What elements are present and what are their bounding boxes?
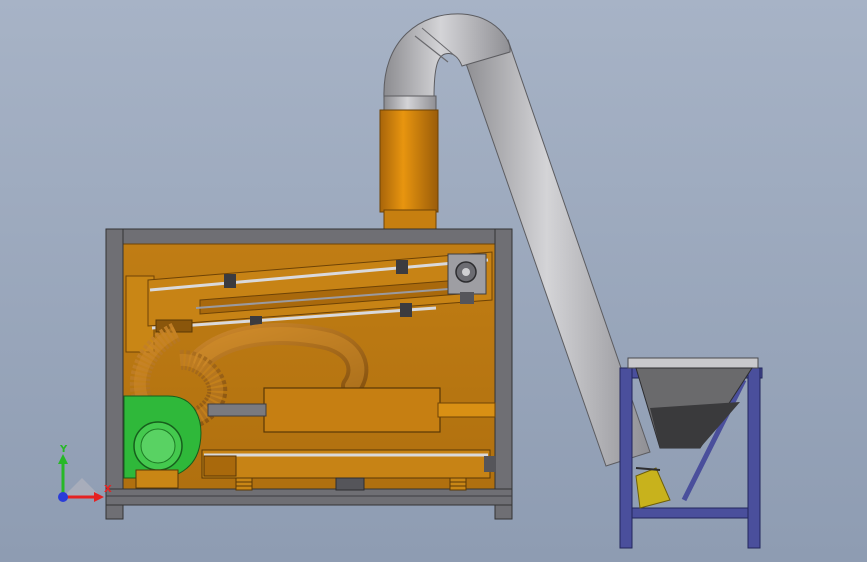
frame-right-post	[494, 228, 513, 520]
vibration-spring-right	[449, 477, 467, 491]
rod-clamp-4	[400, 303, 412, 317]
frame-bottom-rail	[105, 488, 513, 506]
triad-y-label: Y	[59, 444, 68, 455]
horizontal-chamber	[263, 387, 441, 433]
stand-left-leg	[619, 367, 633, 549]
gearbox-base	[460, 292, 474, 304]
drive-pulley-hub	[462, 268, 470, 276]
stand-right-leg	[747, 367, 761, 549]
foot-left	[105, 504, 124, 520]
hopper-lid	[627, 357, 759, 369]
vibration-spring-left	[235, 477, 253, 491]
rod-clamp-2	[396, 260, 408, 274]
blower-mount-base	[135, 469, 179, 489]
cad-viewport[interactable]: Y X	[0, 0, 867, 562]
riser-collar	[383, 209, 437, 231]
triad-z-axis-icon	[58, 492, 68, 502]
lower-tray-end-block	[203, 455, 237, 477]
triad-x-label: X	[104, 484, 112, 495]
blower-motor-ring	[140, 428, 176, 464]
rod-clamp-1	[224, 274, 236, 288]
frame-top-rail	[105, 228, 513, 246]
stand-cross-bar	[631, 507, 749, 519]
inlet-shaft	[207, 403, 267, 417]
pipe-neck	[383, 95, 437, 111]
lower-tray-bracket	[484, 456, 496, 472]
orange-riser-tube	[379, 109, 439, 213]
vibration-motor	[335, 477, 365, 491]
frame-left-post	[105, 228, 124, 520]
foot-right	[494, 504, 513, 520]
machine-enclosure[interactable]	[105, 228, 513, 520]
outlet-shaft	[437, 402, 496, 418]
